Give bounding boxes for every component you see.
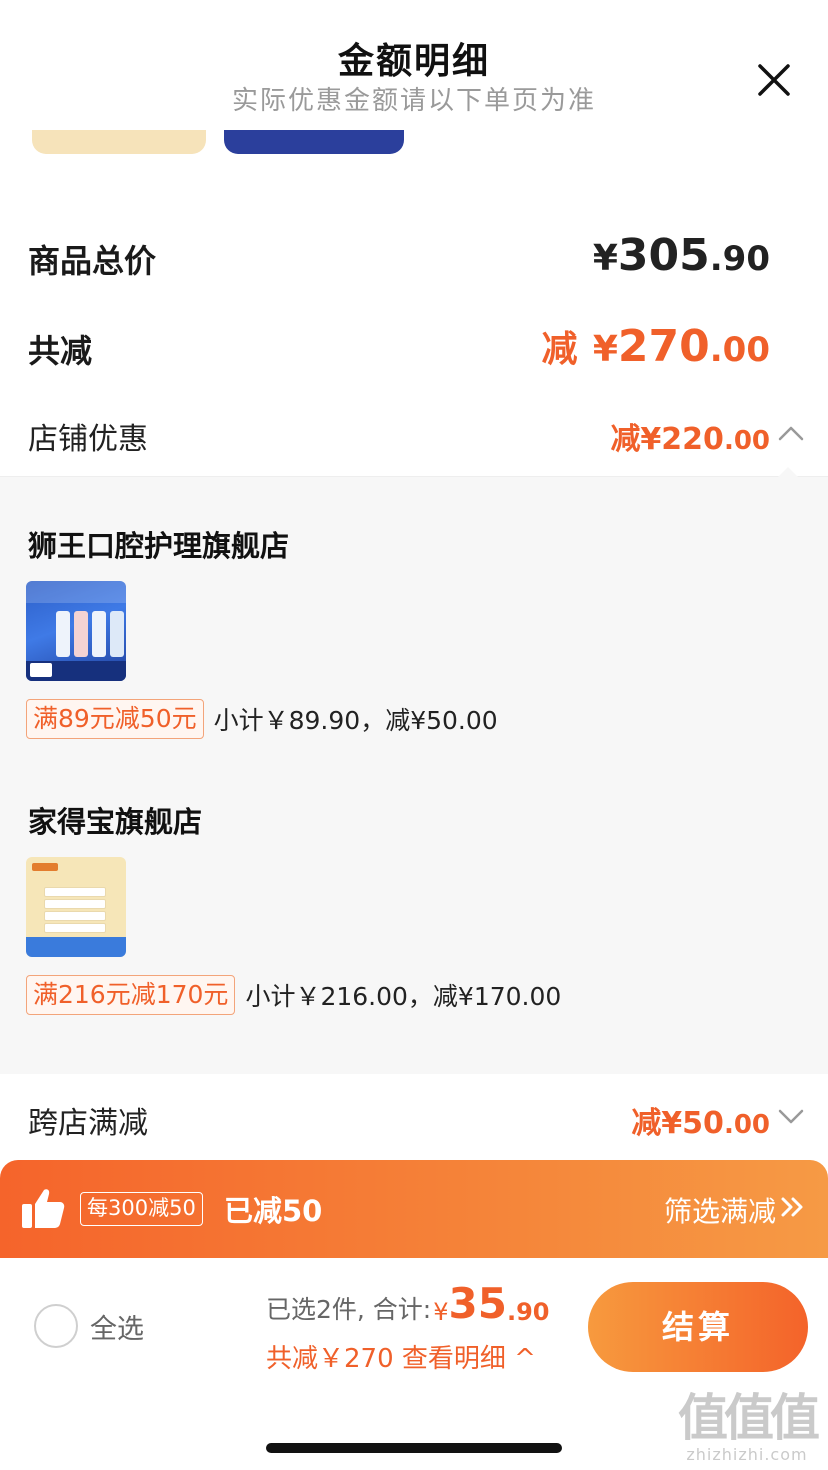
total-reduce-value: 减 ¥270.00 [542, 320, 771, 372]
checkout-button[interactable]: 结算 [588, 1282, 808, 1372]
close-icon[interactable] [754, 60, 794, 100]
cross-store-discount-row[interactable]: 跨店满减 减¥50.00 [0, 1094, 828, 1144]
total-price-currency: ¥ [592, 238, 618, 279]
watermark-text: zhizhizhi.com [686, 1445, 808, 1464]
banner-peek-right [224, 130, 404, 156]
thumbs-up-icon [22, 1189, 65, 1228]
promo-reduced-text: 已减50 [224, 1194, 323, 1228]
sheet-subtitle: 实际优惠金额请以下单页为准 [231, 86, 596, 116]
amount-detail-sheet: 金额明细 实际优惠金额请以下单页为准 商品总价 ¥305.90 共减 减 ¥27… [0, 0, 828, 1160]
store-name: 狮王口腔护理旗舰店 [28, 529, 290, 563]
home-indicator[interactable] [266, 1443, 562, 1453]
store-promo: 满89元减50元 小计￥89.90，减¥50.00 [26, 699, 498, 739]
filter-promo-link[interactable]: 筛选满减 [664, 1190, 776, 1230]
select-all-checkbox[interactable]: 全选 [34, 1304, 144, 1348]
double-chevron-right-icon[interactable] [780, 1196, 804, 1218]
selected-count-text: 已选2件, 合计: [266, 1295, 432, 1324]
watermark-logo: 值值值 [678, 1389, 820, 1447]
cross-store-amount: 减¥50 [631, 1106, 724, 1141]
sheet-title: 金额明细 [337, 41, 490, 82]
total-reduce-currency: ¥ [592, 329, 618, 370]
total-price-integer: 305 [617, 230, 710, 281]
toothpaste-product-image[interactable] [26, 581, 126, 681]
sheet-header: 金额明细 实际优惠金额请以下单页为准 [0, 0, 828, 130]
total-reduce-integer: 270 [617, 321, 710, 372]
site-watermark: 值值值 zhizhizhi.com [672, 1391, 822, 1464]
store-name: 家得宝旗舰店 [28, 805, 203, 839]
promo-tag: 满216元减170元 [26, 975, 236, 1015]
shop-discount-row[interactable]: 店铺优惠 减¥220.00 [0, 410, 828, 460]
total-price-row: 商品总价 ¥305.90 [0, 230, 828, 290]
order-total: 已选2件, 合计: ¥ 35 .90 [266, 1276, 576, 1328]
select-all-label: 全选 [90, 1313, 144, 1345]
promo-tag: 满89元减50元 [26, 699, 204, 739]
promo-rule-tag: 每300减50 [80, 1192, 203, 1226]
cross-store-label: 跨店满减 [28, 1106, 148, 1141]
radio-circle-icon[interactable] [34, 1304, 78, 1348]
store-discount-panel: 狮王口腔护理旗舰店 满89元减50元 小计￥89.90，减¥50.00 家得宝旗… [0, 467, 828, 1074]
total-currency: ¥ [433, 1298, 449, 1326]
chevron-down-icon[interactable] [778, 1108, 804, 1126]
shop-discount-amount: 减¥220 [610, 422, 724, 457]
shop-discount-value: 减¥220.00 [610, 414, 770, 458]
total-reduce-prefix: 减 [541, 329, 578, 370]
shop-discount-label: 店铺优惠 [28, 422, 148, 457]
store-subtotal: 小计￥89.90，减¥50.00 [213, 706, 498, 735]
total-price-decimal: .90 [709, 239, 770, 279]
total-amount-decimal: .90 [506, 1298, 550, 1326]
cross-store-promo-bar[interactable]: 每300减50 已减50 筛选满减 [0, 1160, 828, 1258]
shop-discount-decimal: .00 [723, 426, 770, 456]
total-reduce-label: 共减 [28, 332, 93, 370]
order-summary: 已选2件, 合计: ¥ 35 .90 共减￥270 查看明细 ^ [266, 1276, 576, 1375]
chevron-up-icon[interactable] [778, 424, 804, 442]
store-promo: 满216元减170元 小计￥216.00，减¥170.00 [26, 975, 561, 1015]
cross-store-decimal: .00 [723, 1110, 770, 1140]
total-amount-integer: 35 [448, 1279, 507, 1328]
total-price-value: ¥305.90 [593, 230, 770, 281]
total-reduce-row: 共减 减 ¥270.00 [0, 320, 828, 380]
panel-caret [778, 467, 798, 477]
view-detail-link[interactable]: 共减￥270 查看明细 ^ [266, 1338, 576, 1375]
total-reduce-decimal: .00 [709, 330, 770, 370]
cross-store-value: 减¥50.00 [631, 1098, 770, 1142]
total-price-label: 商品总价 [28, 242, 157, 280]
banner-peek-left [32, 130, 206, 156]
store-subtotal: 小计￥216.00，减¥170.00 [245, 982, 562, 1011]
wipes-product-image[interactable] [26, 857, 126, 957]
